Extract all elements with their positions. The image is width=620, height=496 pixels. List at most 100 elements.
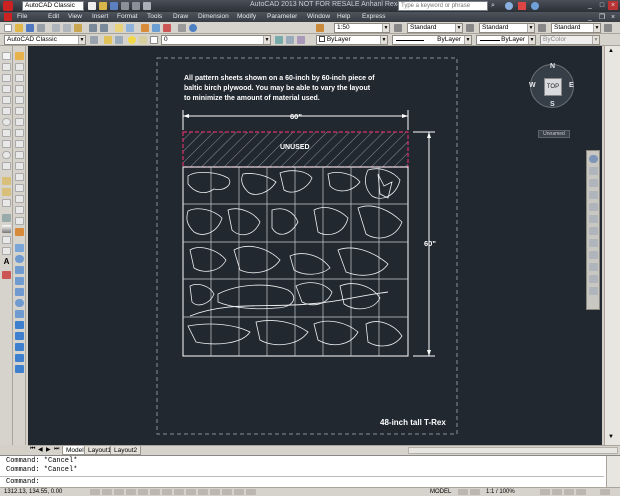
coordinate-readout[interactable]: 1312.13, 134.55, 0.00 [4, 489, 62, 495]
steeringwheel-icon[interactable] [589, 155, 598, 163]
plotstyle-combo[interactable]: ByColor ▼ [540, 35, 600, 45]
qnew-icon[interactable] [4, 24, 12, 32]
close-button[interactable]: × [608, 1, 618, 10]
3d-object-snap-icon[interactable] [162, 489, 172, 495]
layer-properties-icon[interactable] [104, 36, 112, 44]
help-icon[interactable] [531, 2, 539, 10]
calculator-icon[interactable] [178, 24, 186, 32]
open-icon[interactable] [99, 2, 107, 10]
rotate-icon[interactable] [15, 118, 24, 126]
drawing-icon[interactable] [4, 13, 12, 21]
selection-cycling-icon[interactable] [246, 489, 256, 495]
union-icon[interactable] [15, 343, 24, 351]
chevron-down-icon[interactable]: ▼ [263, 36, 270, 44]
construction-line-icon[interactable] [2, 63, 11, 71]
maximize-button[interactable]: □ [597, 1, 607, 10]
region-icon[interactable] [2, 236, 11, 244]
compass-south[interactable]: S [550, 101, 555, 108]
dim-style-combo[interactable]: Standard ▼ [479, 23, 535, 33]
quick-properties-icon[interactable] [234, 489, 244, 495]
line-icon[interactable] [2, 52, 11, 60]
array-icon[interactable] [15, 96, 24, 104]
tab-first-icon[interactable]: ⏮ [30, 446, 35, 453]
exchange-icon[interactable] [518, 2, 526, 10]
layer-color-icon[interactable] [150, 36, 158, 44]
lock-ui-icon[interactable] [552, 489, 562, 495]
vertical-scrollbar[interactable]: ▲ ▼ [604, 46, 620, 445]
object-snap-tracking-icon[interactable] [174, 489, 184, 495]
properties-icon[interactable] [141, 24, 149, 32]
break-icon[interactable] [15, 184, 24, 192]
layer-lock-icon[interactable] [139, 36, 147, 44]
undo-tb-icon[interactable] [89, 24, 97, 32]
break-at-point-icon[interactable] [15, 173, 24, 181]
arc-icon[interactable] [2, 107, 11, 115]
menu-format[interactable]: Format [117, 13, 138, 20]
extrude-icon[interactable] [15, 321, 24, 329]
open-file-icon[interactable] [15, 24, 23, 32]
compass-east[interactable]: E [569, 82, 574, 89]
text-style-manager-icon[interactable] [394, 24, 402, 32]
tab-next-icon[interactable]: ▶ [46, 446, 51, 453]
sphere-icon[interactable] [15, 255, 24, 263]
scroll-down-arrow-icon[interactable]: ▼ [608, 434, 614, 440]
torus-icon[interactable] [15, 299, 24, 307]
chevron-down-icon[interactable]: ▼ [464, 36, 471, 44]
make-current-icon[interactable] [275, 36, 283, 44]
revolve-icon[interactable] [15, 332, 24, 340]
explode-icon[interactable] [15, 228, 24, 236]
color-combo[interactable]: ByLayer ▼ [316, 35, 388, 45]
workspace-settings-icon[interactable] [90, 36, 98, 44]
menu-window[interactable]: Window [307, 13, 330, 20]
viewcube-top-face[interactable]: TOP [544, 78, 562, 96]
chevron-down-icon[interactable]: ▼ [455, 24, 462, 32]
chevron-down-icon[interactable]: ▼ [592, 36, 599, 44]
orbit-icon[interactable] [589, 191, 598, 199]
scroll-up-arrow-icon[interactable]: ▲ [608, 48, 614, 54]
viewcube[interactable]: TOP N S E W [529, 63, 574, 108]
annotation-scale-combo[interactable]: 1:50 ▼ [334, 23, 390, 33]
fillet-icon[interactable] [15, 217, 24, 225]
chevron-down-icon[interactable]: ▼ [78, 36, 85, 44]
chevron-down-icon[interactable]: ▼ [593, 24, 600, 32]
scale-icon[interactable] [15, 129, 24, 137]
lineweight-toggle-icon[interactable] [210, 489, 220, 495]
model-space-toggle[interactable]: MODEL [430, 489, 451, 495]
redo-tb-icon[interactable] [100, 24, 108, 32]
compass-north[interactable]: N [550, 63, 555, 70]
menu-file[interactable]: File [17, 13, 27, 20]
multiline-text-icon[interactable]: A [2, 258, 11, 266]
workspace-combo[interactable]: AutoCAD Classic ▼ [4, 35, 86, 45]
dynamic-input-icon[interactable] [198, 489, 208, 495]
ellipse-arc-icon[interactable] [2, 162, 11, 170]
polyline-icon[interactable] [2, 74, 11, 82]
linetype-combo[interactable]: ByLayer ▼ [392, 35, 472, 45]
doc-restore-button[interactable]: ❐ [597, 13, 607, 22]
sign-in-icon[interactable] [505, 2, 513, 10]
menu-express[interactable]: Express [362, 13, 385, 20]
tab-prev-icon[interactable]: ◀ [38, 446, 43, 453]
pyramid-icon[interactable] [15, 310, 24, 318]
chevron-down-icon[interactable]: ▼ [382, 24, 389, 32]
table-style-combo[interactable]: Standard ▼ [551, 23, 601, 33]
quick-view-drawings-icon[interactable] [470, 489, 480, 495]
gradient-icon[interactable] [2, 225, 11, 233]
zoom-all-icon[interactable] [589, 275, 598, 283]
redo-icon[interactable] [132, 2, 140, 10]
menu-draw[interactable]: Draw [173, 13, 188, 20]
zoom-object-icon[interactable] [589, 287, 598, 295]
clean-screen-icon[interactable] [600, 489, 610, 495]
join-icon[interactable] [15, 195, 24, 203]
doc-close-button[interactable]: × [608, 13, 618, 22]
multileader-style-icon[interactable] [604, 24, 612, 32]
point-icon[interactable] [2, 199, 11, 207]
zoom-window-icon[interactable] [589, 215, 598, 223]
annotation-scale-status[interactable]: 1:1 / 100% [486, 489, 515, 495]
wedge-icon[interactable] [15, 288, 24, 296]
save-file-icon[interactable] [26, 24, 34, 32]
drawing-canvas[interactable]: All pattern sheets shown on a 60-inch by… [28, 46, 602, 445]
chevron-down-icon[interactable]: ▼ [527, 24, 534, 32]
menu-dimension[interactable]: Dimension [198, 13, 229, 20]
quick-view-layouts-icon[interactable] [458, 489, 468, 495]
tool-palettes-icon[interactable] [163, 24, 171, 32]
